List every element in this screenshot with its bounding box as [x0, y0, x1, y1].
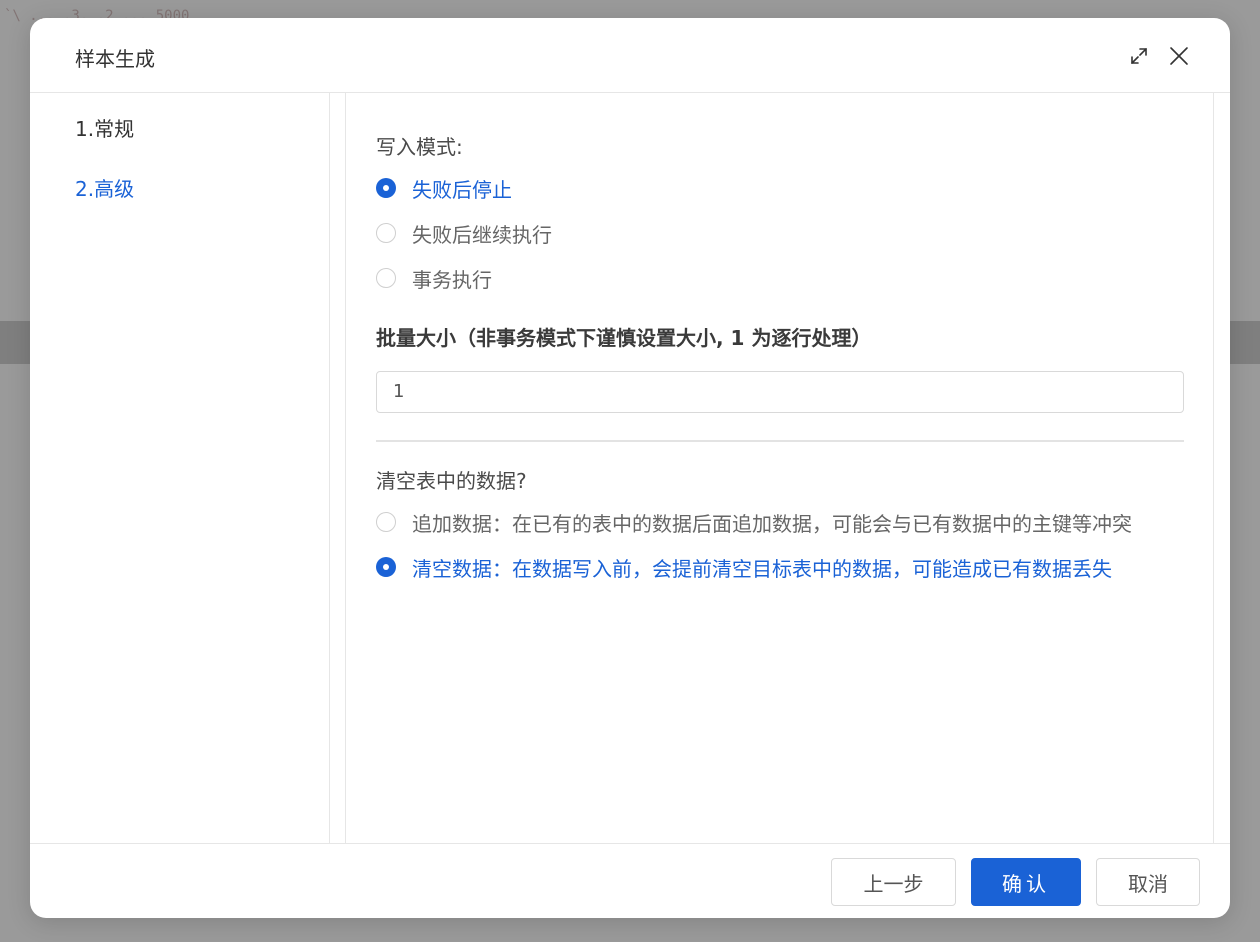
dialog-header: 样本生成 — [30, 18, 1230, 93]
batch-size-label: 批量大小（非事务模式下谨慎设置大小, 1 为逐行处理） — [376, 326, 872, 350]
previous-step-button[interactable]: 上一步 — [831, 858, 956, 906]
write-mode-label: 写入模式: — [376, 135, 463, 159]
radio-button[interactable] — [376, 512, 396, 532]
radio-continue-on-failure[interactable]: 失败后继续执行 — [376, 221, 552, 247]
close-icon[interactable] — [1169, 46, 1189, 66]
radio-clear-data[interactable]: 清空数据：在数据写入前，会提前清空目标表中的数据，可能造成已有数据丢失 — [376, 555, 1112, 581]
radio-label: 清空数据：在数据写入前，会提前清空目标表中的数据，可能造成已有数据丢失 — [412, 556, 1112, 581]
expand-icon[interactable] — [1129, 46, 1149, 66]
radio-transaction[interactable]: 事务执行 — [376, 266, 492, 292]
radio-button[interactable] — [376, 223, 396, 243]
batch-size-input[interactable]: 1 — [376, 371, 1184, 413]
radio-button-checked[interactable] — [376, 178, 396, 198]
radio-stop-on-failure[interactable]: 失败后停止 — [376, 176, 512, 202]
dialog-footer: 上一步 确认 取消 — [30, 843, 1230, 918]
dialog-body: 1.常规 2.高级 写入模式: 失败后停止 失败后继续执行 事务执行 批量大小（… — [30, 93, 1230, 843]
steps-nav: 1.常规 2.高级 — [30, 93, 330, 843]
radio-append-data[interactable]: 追加数据：在已有的表中的数据后面追加数据，可能会与已有数据中的主键等冲突 — [376, 510, 1132, 536]
radio-label: 失败后继续执行 — [412, 222, 552, 247]
clear-table-label: 清空表中的数据? — [376, 469, 527, 493]
radio-label: 失败后停止 — [412, 177, 512, 202]
radio-button-checked[interactable] — [376, 557, 396, 577]
step-advanced[interactable]: 2.高级 — [75, 173, 134, 202]
step-general[interactable]: 1.常规 — [75, 113, 134, 142]
radio-label: 事务执行 — [412, 267, 492, 292]
section-divider — [376, 440, 1184, 442]
cancel-button[interactable]: 取消 — [1096, 858, 1200, 906]
dialog-title: 样本生成 — [75, 47, 155, 71]
sample-generation-dialog: 样本生成 1.常规 2.高级 写入模式: 失败后停止 失败后继续执行 事务执行 … — [30, 18, 1230, 918]
confirm-button[interactable]: 确认 — [971, 858, 1081, 906]
radio-button[interactable] — [376, 268, 396, 288]
radio-label: 追加数据：在已有的表中的数据后面追加数据，可能会与已有数据中的主键等冲突 — [412, 511, 1132, 536]
advanced-settings-panel: 写入模式: 失败后停止 失败后继续执行 事务执行 批量大小（非事务模式下谨慎设置… — [345, 93, 1214, 843]
